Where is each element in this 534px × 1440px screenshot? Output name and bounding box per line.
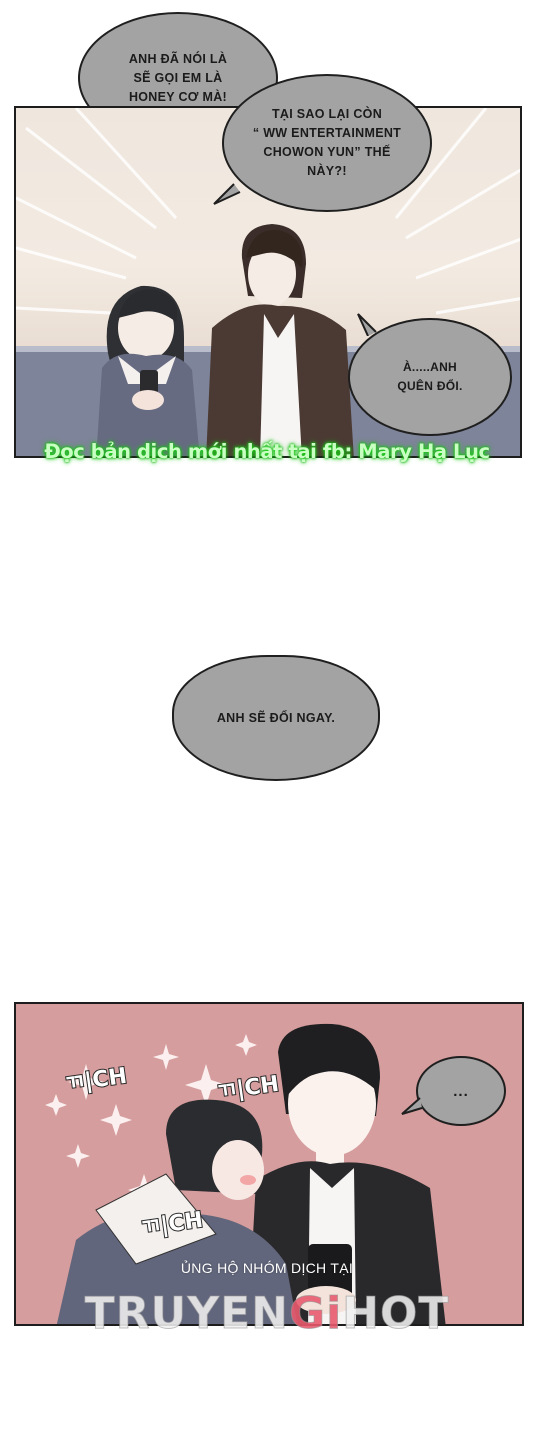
translator-watermark: Đọc bản dịch mới nhất tại fb: Mary Hạ Lụ… [44, 440, 490, 463]
speech-bubble-2-text: TẠI SAO LẠI CÒN “ WW ENTERTAINMENT CHOWO… [252, 107, 402, 178]
bubble-3-tail [357, 313, 377, 336]
speech-bubble-1-text: ANH ĐÃ NÓI LÀ SẼ GỌI EM LÀ HONEY CƠ MÀ! [128, 51, 228, 104]
speech-bubble-4: ANH SẼ ĐỔI NGAY. [172, 655, 380, 781]
brand-logo-gi: Gi [288, 1288, 343, 1340]
speech-bubble-2: TẠI SAO LẠI CÒN “ WW ENTERTAINMENT CHOWO… [222, 74, 432, 212]
brand-left-text: TRUYEN [84, 1288, 289, 1340]
speech-bubble-5: ... [416, 1056, 506, 1126]
man-figure [206, 224, 354, 456]
bubble-2-tail [213, 183, 241, 205]
speech-bubble-4-text: ANH SẼ ĐỔI NGAY. [216, 710, 336, 725]
speech-bubble-5-text: ... [453, 1082, 469, 1100]
comic-panel-pink [14, 1002, 524, 1326]
brand-watermark: TRUYENGiHOT [0, 1288, 534, 1340]
speech-bubble-3-text: À.....ANH QUÊN ĐỔI. [397, 360, 463, 393]
support-watermark: ỦNG HỘ NHÓM DỊCH TẠI [180, 1260, 354, 1276]
pink-scene-art [45, 1023, 446, 1324]
brand-right-text: HOT [342, 1288, 450, 1340]
bubble-5-tail [401, 1097, 423, 1115]
girl-figure [96, 285, 200, 456]
